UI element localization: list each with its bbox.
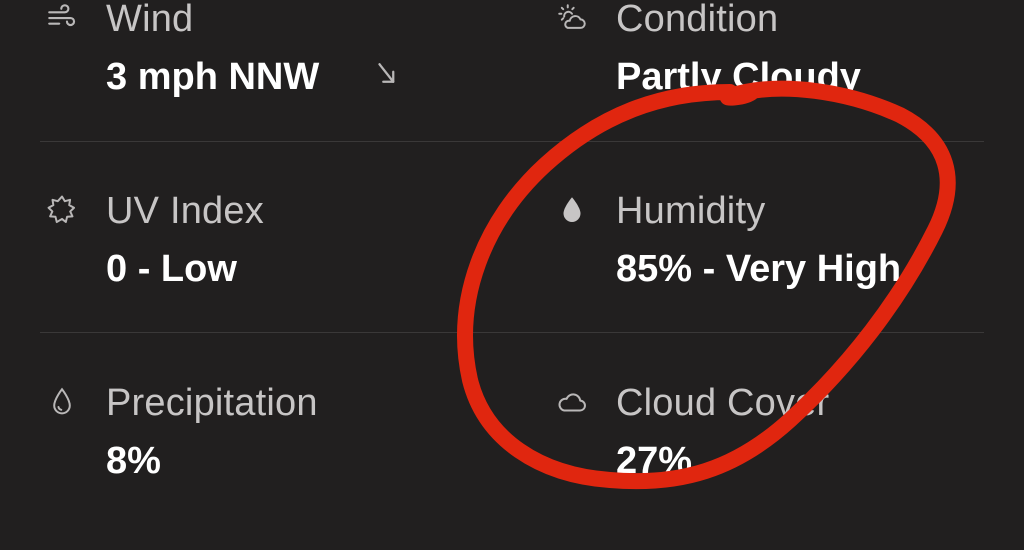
precipitation-cell: Precipitation 8%	[44, 382, 504, 524]
wind-cell: Wind 3 mph NNW	[44, 0, 504, 140]
humidity-cell: Humidity 85% - Very High	[554, 190, 1014, 332]
humidity-label: Humidity	[616, 190, 766, 232]
row-divider	[40, 141, 984, 142]
partly-cloudy-icon	[554, 0, 590, 36]
uv-sun-icon	[44, 192, 80, 228]
precipitation-label: Precipitation	[106, 382, 318, 424]
arrow-down-left-icon	[372, 58, 402, 88]
uv-index-label: UV Index	[106, 190, 264, 232]
condition-value: Partly Cloudy	[616, 56, 861, 98]
condition-cell: Condition Partly Cloudy	[554, 0, 1014, 140]
cloud-cover-label: Cloud Cover	[616, 382, 830, 424]
cloud-icon	[554, 384, 590, 420]
humidity-value: 85% - Very High	[616, 248, 902, 290]
condition-label: Condition	[616, 0, 779, 40]
weather-details-grid: Wind 3 mph NNW Condition Partly Cloudy U…	[0, 0, 1024, 550]
uv-index-cell: UV Index 0 - Low	[44, 190, 504, 332]
cloud-cover-value: 27%	[616, 440, 693, 482]
wind-label: Wind	[106, 0, 194, 40]
humidity-drop-icon	[554, 192, 590, 228]
uv-index-value: 0 - Low	[106, 248, 237, 290]
precipitation-drop-icon	[44, 384, 80, 420]
cloud-cover-cell: Cloud Cover 27%	[554, 382, 1014, 524]
precipitation-value: 8%	[106, 440, 161, 482]
wind-icon	[44, 0, 80, 36]
row-divider	[40, 332, 984, 333]
wind-value: 3 mph NNW	[106, 56, 320, 98]
